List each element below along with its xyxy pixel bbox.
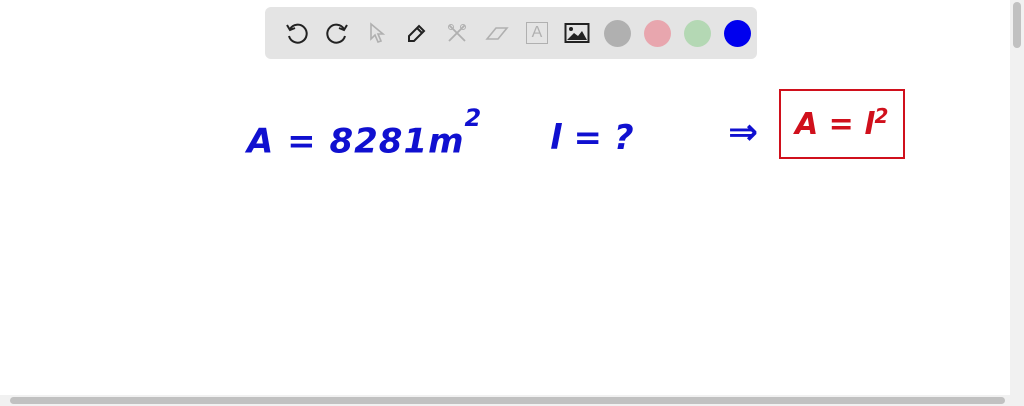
vertical-scrollbar[interactable] (1010, 0, 1024, 395)
color-pink[interactable] (637, 13, 677, 53)
image-icon[interactable] (557, 13, 597, 53)
drawing-toolbar: A (265, 7, 757, 59)
eraser-icon (477, 13, 517, 53)
vertical-scroll-thumb[interactable] (1013, 2, 1021, 48)
area-equation: A = 8281m2 (247, 104, 483, 162)
undo-icon[interactable] (277, 13, 317, 53)
implies-arrow: ⇒ (728, 112, 759, 153)
text-tool-icon: A (517, 13, 557, 53)
select-cursor-icon (357, 13, 397, 53)
color-blue[interactable] (717, 13, 757, 53)
color-gray[interactable] (597, 13, 637, 53)
horizontal-scrollbar[interactable] (0, 395, 1024, 406)
pen-icon[interactable] (397, 13, 437, 53)
color-green[interactable] (677, 13, 717, 53)
side-equation: l = ? (550, 118, 634, 158)
horizontal-scroll-thumb[interactable] (10, 397, 1005, 404)
redo-icon[interactable] (317, 13, 357, 53)
scissors-tools-icon (437, 13, 477, 53)
formula: A = l2 (795, 104, 889, 142)
